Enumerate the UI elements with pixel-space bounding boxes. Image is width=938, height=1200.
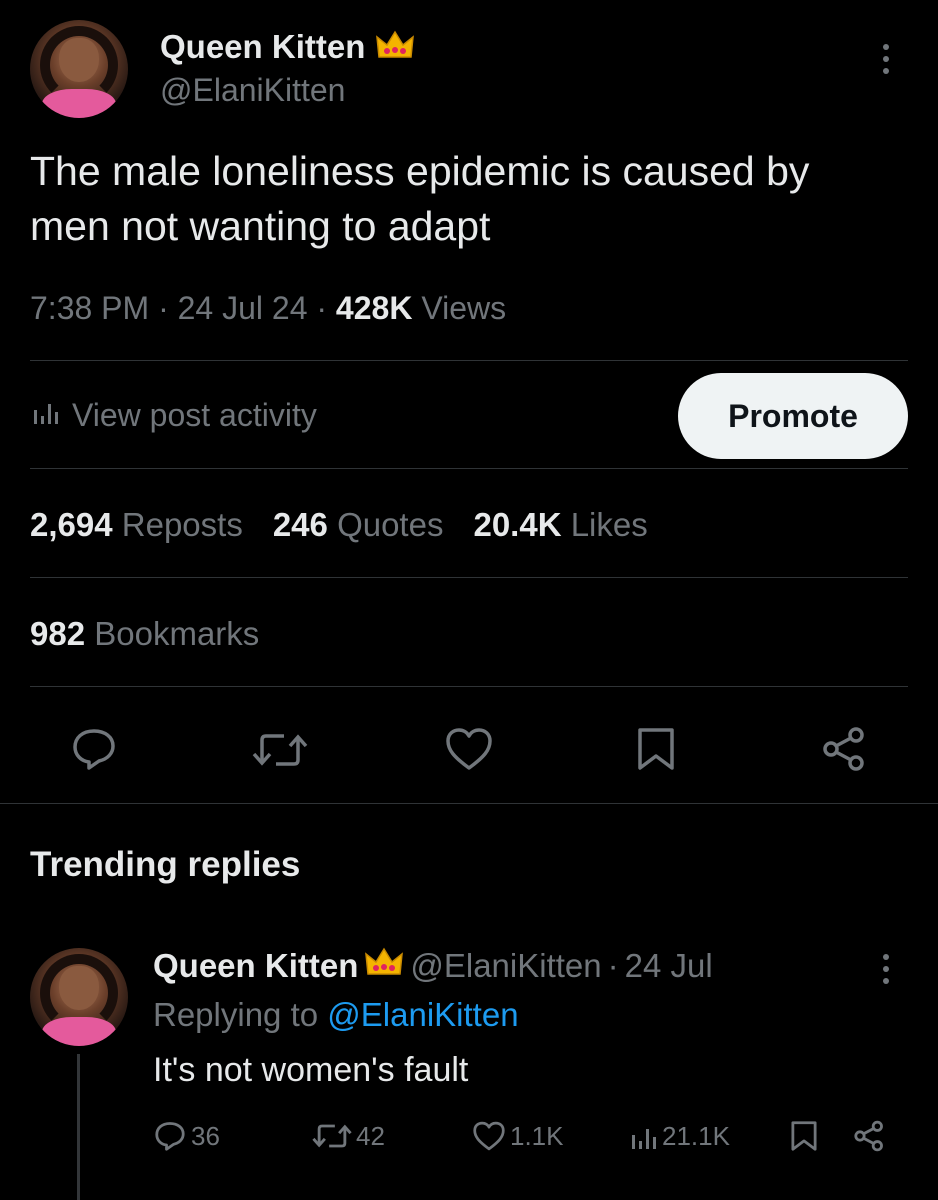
tweet-time[interactable]: 7:38 PM — [30, 290, 149, 326]
repost-icon — [252, 734, 308, 766]
meta-separator: · — [316, 290, 328, 326]
reply-reposts-count: 42 — [356, 1120, 385, 1151]
quotes-stat[interactable]: 246 Quotes — [273, 506, 444, 544]
tweet-text-line-1: The male loneliness epidemic is caused b… — [30, 148, 810, 194]
author-handle[interactable]: @ElaniKitten — [160, 72, 345, 109]
views-count: 428K — [335, 290, 413, 326]
bookmarks-count: 982 — [30, 615, 86, 652]
bookmark-icon — [791, 1121, 817, 1151]
reposts-label: Reposts — [121, 506, 243, 543]
engagement-stats: 2,694 Reposts 246 Quotes 20.4K Likes — [30, 506, 648, 544]
section-divider — [0, 803, 938, 804]
tweet-meta: 7:38 PM · 24 Jul 24 · 428K Views — [30, 290, 506, 327]
replying-to: Replying to @ElaniKitten — [153, 996, 519, 1034]
reply-share-button[interactable] — [852, 1120, 886, 1152]
author-name[interactable]: Queen Kitten — [160, 28, 365, 65]
reply-author-handle[interactable]: @ElaniKitten — [410, 947, 601, 985]
reposts-count: 2,694 — [30, 506, 113, 543]
avatar-face — [59, 965, 99, 1010]
reply-avatar[interactable] — [30, 948, 128, 1046]
reply-icon — [155, 1122, 185, 1151]
reply-replies-count: 36 — [191, 1120, 220, 1151]
quotes-label: Quotes — [337, 506, 444, 543]
likes-label: Likes — [570, 506, 648, 543]
repost-button[interactable] — [252, 728, 308, 772]
likes-stat[interactable]: 20.4K Likes — [473, 506, 647, 544]
share-icon — [823, 727, 864, 771]
reply-views-count: 21.1K — [662, 1120, 730, 1151]
reply-text: It's not women's fault — [153, 1051, 469, 1089]
share-button[interactable] — [820, 726, 868, 772]
bookmark-icon — [638, 728, 674, 770]
reply-button[interactable] — [70, 726, 118, 772]
like-icon — [446, 728, 492, 770]
likes-count: 20.4K — [473, 506, 562, 543]
reposts-stat[interactable]: 2,694 Reposts — [30, 506, 243, 544]
replying-to-prefix: Replying to — [153, 996, 319, 1033]
view-post-activity-link[interactable]: View post activity — [30, 396, 317, 434]
reply-more-options-icon[interactable] — [882, 954, 890, 990]
quotes-count: 246 — [272, 506, 328, 543]
repost-icon — [312, 1124, 352, 1148]
crown-emoji-icon — [375, 29, 415, 69]
share-icon — [854, 1120, 883, 1152]
reply-bookmark-button[interactable] — [790, 1120, 818, 1152]
tweet-text-line-2: men not wanting to adapt — [30, 203, 491, 249]
thread-line — [77, 1054, 80, 1200]
meta-separator: · — [607, 947, 619, 984]
tweet-text: The male loneliness epidemic is caused b… — [30, 144, 809, 254]
divider — [30, 577, 908, 578]
reply-reposts-button[interactable]: 42 — [312, 1120, 385, 1152]
reply-views-button[interactable]: 21.1K — [628, 1120, 730, 1152]
divider — [30, 468, 908, 469]
author-name-row[interactable]: Queen Kitten — [160, 28, 415, 69]
analytics-icon — [632, 1129, 656, 1149]
meta-separator: · — [158, 290, 169, 326]
crown-emoji-icon — [364, 946, 404, 986]
like-button[interactable] — [444, 726, 494, 772]
analytics-icon — [30, 396, 60, 434]
reply-author-name[interactable]: Queen Kitten — [153, 947, 358, 985]
like-icon — [473, 1121, 505, 1151]
reply-icon — [73, 729, 115, 770]
avatar[interactable] — [30, 20, 128, 118]
reply-likes-count: 1.1K — [510, 1120, 564, 1151]
reply-likes-button[interactable]: 1.1K — [472, 1120, 564, 1152]
views-label: Views — [421, 290, 507, 326]
avatar-face — [59, 37, 99, 82]
bookmarks-stat[interactable]: 982 Bookmarks — [30, 615, 259, 653]
reply-date[interactable]: 24 Jul — [625, 947, 713, 985]
reply-replies-button[interactable]: 36 — [153, 1120, 220, 1152]
promote-button[interactable]: Promote — [678, 373, 908, 459]
trending-replies-heading: Trending replies — [30, 845, 301, 884]
divider — [30, 360, 908, 361]
bookmark-button[interactable] — [636, 726, 676, 772]
divider — [30, 686, 908, 687]
avatar-shirt — [41, 88, 117, 118]
replying-to-handle[interactable]: @ElaniKitten — [327, 996, 518, 1033]
reply-header: Queen Kitten @ElaniKitten · 24 Jul — [153, 946, 713, 986]
more-options-icon[interactable] — [882, 44, 890, 80]
bookmarks-label: Bookmarks — [94, 615, 260, 652]
avatar-shirt — [41, 1016, 117, 1046]
tweet-date[interactable]: 24 Jul 24 — [178, 290, 308, 326]
view-post-activity-label: View post activity — [72, 396, 317, 433]
